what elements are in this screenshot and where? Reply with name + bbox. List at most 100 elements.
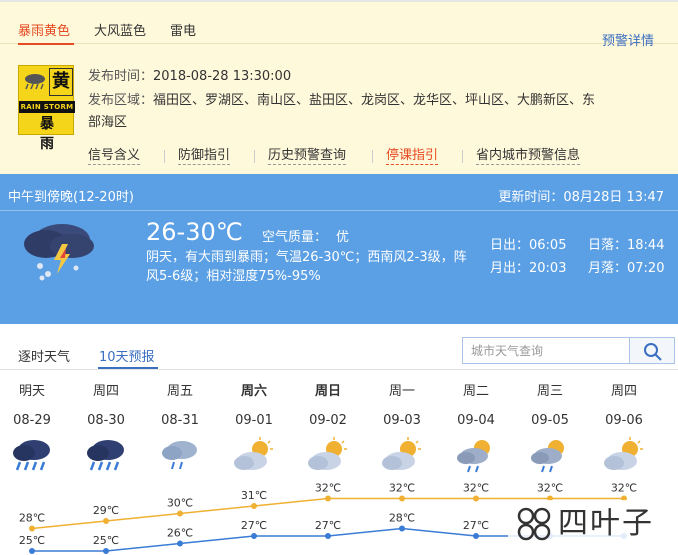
alert-tabs: 暴雨黄色 大风蓝色 雷电 预警详情 <box>0 12 678 49</box>
high-temp-point <box>29 525 35 532</box>
rainstorm-banner: RAIN STORM <box>19 101 75 113</box>
low-temp-point <box>29 548 35 554</box>
high-temp-label: 32℃ <box>389 482 415 495</box>
day-name: 周五 <box>166 384 193 399</box>
high-temp-label: 30℃ <box>167 497 193 510</box>
yellow-level-char: 黄 <box>49 68 73 96</box>
forecast-day: 明天 08-29 <box>4 382 60 476</box>
low-temp-label: 28℃ <box>389 512 415 525</box>
day-date: 08-30 <box>87 413 125 428</box>
tab-rainstorm-yellow[interactable]: 暴雨黄色 <box>18 20 70 39</box>
publish-time-row: 发布时间：2018-08-28 13:30:00 <box>88 66 291 88</box>
update-time: 更新时间：08月28日 13:47 <box>498 190 664 205</box>
day-name: 周四 <box>610 384 637 399</box>
moonset-time: 月落：07:20 <box>588 261 665 276</box>
aqi-label: 空气质量： <box>262 230 328 245</box>
search-button[interactable] <box>629 337 675 364</box>
low-temp-point <box>251 533 257 539</box>
rainstorm-label: 暴 雨 <box>40 116 60 152</box>
class-suspension-link[interactable]: 停课指引 <box>386 148 439 165</box>
high-temp-point <box>399 495 405 502</box>
tab-10-day[interactable]: 10天预报 <box>99 346 155 365</box>
day-name: 明天 <box>18 384 45 399</box>
low-temp-label: 25℃ <box>93 534 119 547</box>
day-name: 周三 <box>536 384 563 399</box>
divider <box>254 150 255 163</box>
day-name: 周一 <box>388 384 415 399</box>
high-temp-point <box>251 503 257 509</box>
forecast-day: 周三 09-05 <box>522 382 578 476</box>
forecast-day: 周一 09-03 <box>374 382 430 476</box>
day-name: 周二 <box>462 384 489 399</box>
day-name: 周四 <box>92 384 119 399</box>
divider <box>0 369 678 370</box>
low-temp-label: 27℃ <box>463 519 489 532</box>
tab-thunder[interactable]: 雷电 <box>170 20 196 39</box>
watermark-text: 四叶子 <box>558 506 654 541</box>
clover-logo-icon <box>517 507 551 541</box>
alert-panel: 暴雨黄色 大风蓝色 雷电 预警详情 黄 RAIN STORM 暴 雨 发布时间：… <box>0 0 678 174</box>
current-temperature: 26-30℃ <box>146 218 243 246</box>
forecast-day: 周四 08-30 <box>78 382 134 476</box>
publish-area-value-2: 部海区 <box>88 115 128 130</box>
day-date: 08-31 <box>161 413 199 428</box>
forecast-day: 周六 09-01 <box>226 382 282 476</box>
divider <box>0 210 678 211</box>
low-temp-point <box>399 525 405 532</box>
low-temp-point <box>177 540 183 547</box>
high-temp-label: 32℃ <box>463 482 489 495</box>
divider <box>372 150 373 163</box>
divider <box>164 150 165 163</box>
publish-area-value-1: 福田区、罗湖区、南山区、盐田区、龙岗区、龙华区、坪山区、大鹏新区、东 <box>153 93 596 108</box>
low-temp-point <box>103 548 109 554</box>
day-date: 09-06 <box>605 413 643 428</box>
history-warning-link[interactable]: 历史预警查询 <box>268 148 347 165</box>
high-temp-label: 32℃ <box>537 482 563 495</box>
day-date: 08-29 <box>13 413 51 428</box>
tab-wind-blue[interactable]: 大风蓝色 <box>94 20 146 39</box>
search-icon <box>644 343 662 361</box>
rainstorm-yellow-warning-icon: 黄 RAIN STORM 暴 雨 <box>18 65 75 152</box>
active-tab-indicator <box>18 43 74 45</box>
divider <box>462 150 463 163</box>
publish-time-label: 发布时间： <box>88 69 154 84</box>
high-temp-label: 29℃ <box>93 504 119 517</box>
sunrise-time: 日出：06:05 <box>490 238 567 253</box>
aqi-value: 优 <box>336 230 350 245</box>
day-date: 09-03 <box>383 413 421 428</box>
city-search-input[interactable] <box>462 337 630 364</box>
province-city-warning-link[interactable]: 省内城市预警信息 <box>476 148 581 165</box>
high-temp-label: 28℃ <box>19 512 45 525</box>
alert-detail-link[interactable]: 预警详情 <box>602 30 654 49</box>
day-name: 周日 <box>314 384 341 399</box>
publish-area-row: 发布区域：福田区、罗湖区、南山区、盐田区、龙岗区、龙华区、坪山区、大鹏新区、东 <box>88 90 595 112</box>
sunset-time: 日落：18:44 <box>588 238 665 253</box>
high-temp-point <box>473 495 479 502</box>
high-temp-label: 32℃ <box>315 482 341 495</box>
day-date: 09-04 <box>457 413 495 428</box>
low-temp-point <box>473 533 479 539</box>
day-name: 周六 <box>240 384 267 399</box>
moonrise-time: 月出：20:03 <box>490 261 567 276</box>
forecast-day: 周四 09-06 <box>596 382 652 476</box>
high-temp-point <box>177 510 183 517</box>
high-temp-label: 31℃ <box>241 489 267 502</box>
site-watermark: 四叶子 <box>508 500 672 548</box>
publish-area-label: 发布区域： <box>88 93 154 108</box>
forecast-day: 周五 08-31 <box>152 382 208 476</box>
day-date: 09-02 <box>309 413 347 428</box>
low-temp-label: 25℃ <box>19 534 45 547</box>
high-temp-point <box>103 518 109 524</box>
forecast-day: 周二 09-04 <box>448 382 504 476</box>
tab-hourly[interactable]: 逐时天气 <box>18 346 70 365</box>
defense-guide-link[interactable]: 防御指引 <box>178 148 231 165</box>
day-date: 09-01 <box>235 413 273 428</box>
publish-area-row-2: 部海区 <box>88 112 127 134</box>
signal-meaning-link[interactable]: 信号含义 <box>88 148 141 165</box>
alert-links: 信号含义 防御指引 历史预警查询 停课指引 省内城市预警信息 <box>88 148 668 166</box>
thunderstorm-icon <box>24 224 94 281</box>
publish-time-value: 2018-08-28 13:30:00 <box>153 69 292 84</box>
forecast-day: 周日 09-02 <box>300 382 356 476</box>
low-temp-label: 27℃ <box>241 519 267 532</box>
weather-description: 阴天，有大雨到暴雨；气温26-30℃；西南风2-3级，阵风5-6级；相对湿度75… <box>146 250 467 284</box>
